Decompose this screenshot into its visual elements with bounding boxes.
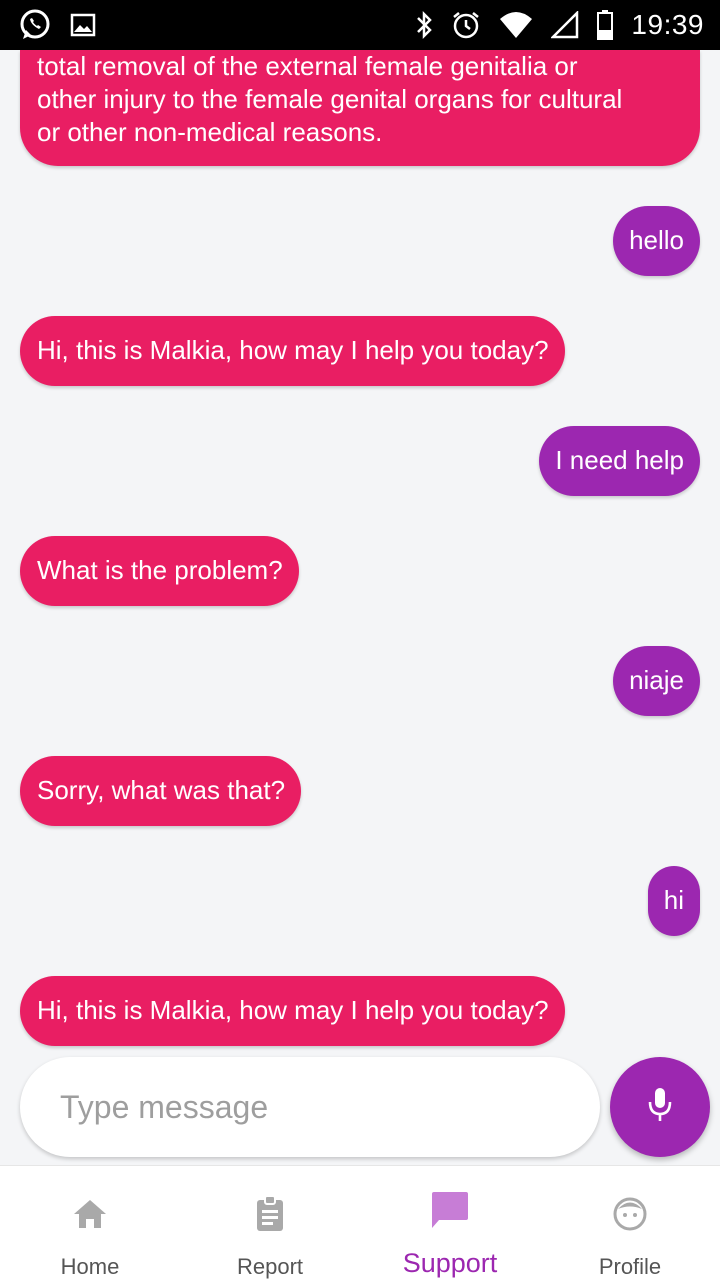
mic-button[interactable]	[610, 1057, 710, 1157]
nav-label: Report	[236, 1254, 304, 1279]
clipboard-icon	[250, 1194, 290, 1239]
image-icon	[70, 13, 96, 37]
message-line: or other non-medical reasons.	[37, 117, 383, 147]
nav-label: Profile	[598, 1254, 662, 1279]
nav-home[interactable]: Home	[0, 1166, 180, 1280]
chat-area[interactable]: total removal of the external female gen…	[0, 50, 720, 1165]
message-input[interactable]	[60, 1088, 600, 1126]
bot-message: What is the problem?	[20, 536, 299, 606]
whatsapp-icon	[18, 8, 52, 42]
nav-report[interactable]: Report	[180, 1166, 360, 1280]
nav-label: Home	[60, 1254, 120, 1279]
nav-label: Support	[402, 1248, 498, 1278]
bot-message: Hi, this is Malkia, how may I help you t…	[20, 976, 565, 1046]
bot-message-partial: total removal of the external female gen…	[20, 50, 700, 166]
bot-message: Hi, this is Malkia, how may I help you t…	[20, 316, 565, 386]
message-line: other injury to the female genital organ…	[37, 84, 623, 114]
bot-message: Sorry, what was that?	[20, 756, 302, 826]
home-icon	[70, 1194, 110, 1239]
face-icon	[610, 1194, 650, 1239]
wifi-icon	[499, 11, 533, 39]
nav-profile[interactable]: Profile	[540, 1166, 720, 1280]
user-message: hello	[613, 206, 700, 276]
alarm-icon	[451, 10, 481, 40]
nav-support[interactable]: Support	[360, 1166, 540, 1280]
status-bar: 19:39	[0, 0, 720, 50]
message-line: total removal of the external female gen…	[37, 51, 578, 81]
status-time: 19:39	[631, 9, 704, 40]
chat-icon	[429, 1190, 471, 1237]
status-left	[18, 8, 96, 42]
user-message: hi	[647, 866, 700, 936]
bottom-navigation: Home Report Support Profile	[0, 1165, 720, 1280]
mic-icon	[647, 1086, 673, 1129]
status-right: 19:39	[415, 9, 704, 41]
user-message: I need help	[539, 426, 700, 496]
signal-icon	[551, 11, 579, 39]
message-input-container[interactable]	[20, 1057, 600, 1157]
battery-icon	[597, 10, 614, 40]
bluetooth-icon	[415, 10, 433, 40]
user-message: niaje	[613, 646, 700, 716]
